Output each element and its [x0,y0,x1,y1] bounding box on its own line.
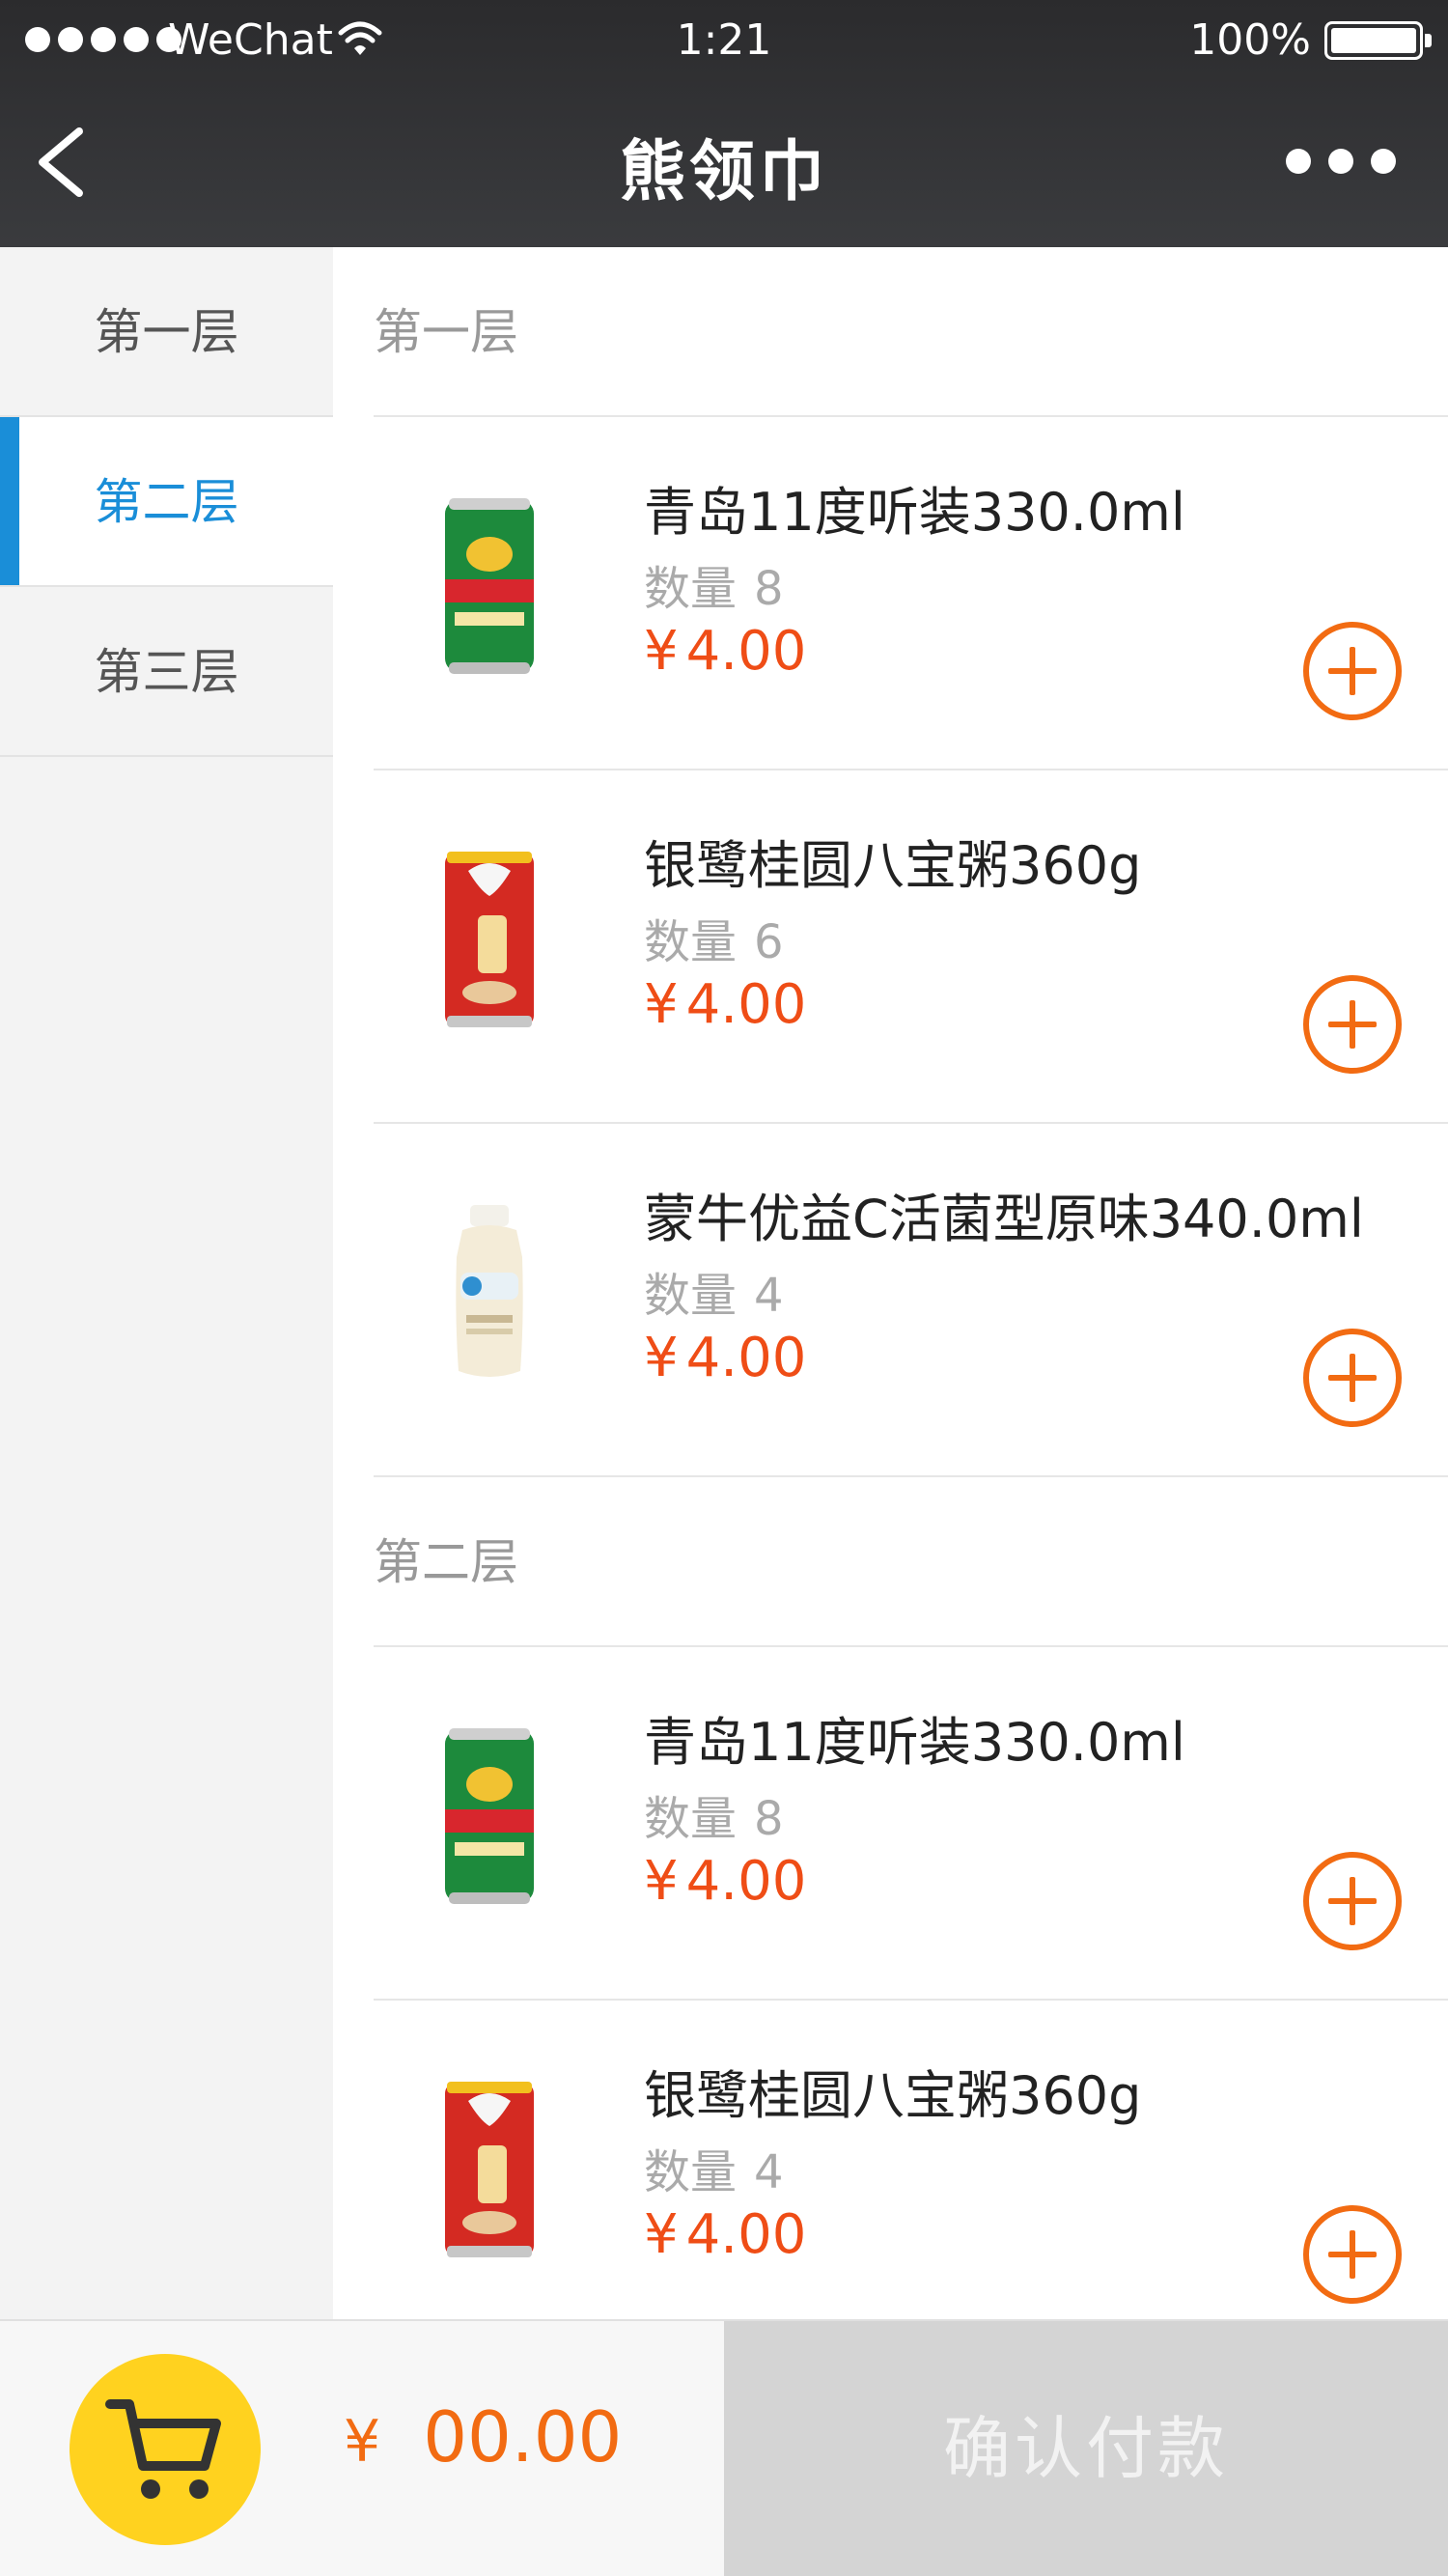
add-to-cart-button[interactable] [1303,622,1402,720]
product-price: ¥4.00 [644,1327,806,1389]
quantity-value: 4 [754,1269,784,1323]
price-value: 4.00 [685,973,807,1036]
nav-bar: 熊领巾 [0,81,1448,247]
product-price: ¥4.00 [644,1850,806,1913]
product-quantity: 数量 8 [644,550,784,618]
yinlu-porridge-can-image [445,2082,534,2257]
product-quantity: 数量 4 [644,2134,784,2201]
price-value: 4.00 [685,1850,807,1913]
section-title: 第一层 [374,247,1448,417]
quantity-value: 8 [754,1792,784,1846]
price-value: 4.00 [685,2203,807,2266]
currency-symbol: ¥ [644,620,679,683]
header: WeChat 1:21 100% 熊领巾 [0,0,1448,247]
product-name: 蒙牛优益C活菌型原味340.0ml [644,1189,1364,1249]
price-value: 4.00 [685,620,807,683]
product-name: 青岛11度听装330.0ml [644,482,1185,543]
product-price: ¥4.00 [644,2203,806,2266]
quantity-label: 数量 [644,2145,738,2199]
currency-symbol: ¥ [644,2203,679,2266]
status-bar: WeChat 1:21 100% [0,0,1448,81]
add-to-cart-button[interactable] [1303,2205,1402,2304]
shopping-cart-icon [105,2399,221,2499]
product-list[interactable]: 第一层 青岛11度听装330.0ml 数量 8 ¥4.00 银鹭桂圆八宝粥360g [333,247,1448,2319]
section-title: 第二层 [374,1477,1448,1647]
sidebar-item-label: 第二层 [94,474,239,530]
quantity-label: 数量 [644,915,738,969]
sidebar-item-label: 第三层 [94,644,239,700]
quantity-value: 6 [754,915,784,969]
product-name: 银鹭桂圆八宝粥360g [644,835,1142,896]
yinlu-porridge-can-image [445,852,534,1027]
list-item: 青岛11度听装330.0ml 数量 8 ¥4.00 [374,1647,1448,2001]
add-to-cart-button[interactable] [1303,1329,1402,1427]
quantity-label: 数量 [644,1792,738,1846]
product-price: ¥4.00 [644,973,806,1036]
total-amount: 00.00 [423,2396,623,2478]
checkout-bar: ¥00.00 确认付款 [0,2319,1448,2576]
list-item: 蒙牛优益C活菌型原味340.0ml 数量 4 ¥4.00 [374,1124,1448,1477]
sidebar-item-floor-2[interactable]: 第二层 [0,417,333,587]
page-title: 熊领巾 [619,134,828,210]
sidebar-item-label: 第一层 [94,304,239,360]
product-price: ¥4.00 [644,620,806,683]
price-value: 4.00 [685,1327,807,1389]
confirm-payment-button[interactable]: 确认付款 [724,2321,1448,2576]
cart-button[interactable] [70,2354,261,2545]
product-name: 青岛11度听装330.0ml [644,1712,1185,1773]
battery-percent: 100% [1189,15,1311,65]
add-to-cart-button[interactable] [1303,975,1402,1074]
list-item: 银鹭桂圆八宝粥360g 数量 6 ¥4.00 [374,770,1448,1124]
tsingtao-can-image [445,1728,534,1904]
more-options-icon[interactable] [1286,149,1396,174]
sidebar-item-floor-1[interactable]: 第一层 [0,247,333,417]
mengniu-yogurt-bottle-image [456,1205,523,1377]
cart-total: ¥00.00 [344,2396,622,2478]
currency-symbol: ¥ [644,973,679,1036]
quantity-value: 4 [754,2145,784,2199]
sidebar-item-floor-3[interactable]: 第三层 [0,587,333,757]
battery-icon [1324,21,1432,60]
currency-symbol: ¥ [344,2408,381,2476]
product-quantity: 数量 4 [644,1257,784,1325]
add-to-cart-button[interactable] [1303,1852,1402,1950]
quantity-label: 数量 [644,1269,738,1323]
quantity-value: 8 [754,562,784,616]
tsingtao-can-image [445,498,534,674]
product-quantity: 数量 8 [644,1780,784,1848]
currency-symbol: ¥ [644,1327,679,1389]
list-item: 银鹭桂圆八宝粥360g 数量 4 ¥4.00 [374,2001,1448,2319]
category-sidebar: 第一层 第二层 第三层 [0,247,333,2319]
list-item: 青岛11度听装330.0ml 数量 8 ¥4.00 [374,417,1448,770]
product-name: 银鹭桂圆八宝粥360g [644,2065,1142,2126]
currency-symbol: ¥ [644,1850,679,1913]
product-quantity: 数量 6 [644,904,784,971]
quantity-label: 数量 [644,562,738,616]
